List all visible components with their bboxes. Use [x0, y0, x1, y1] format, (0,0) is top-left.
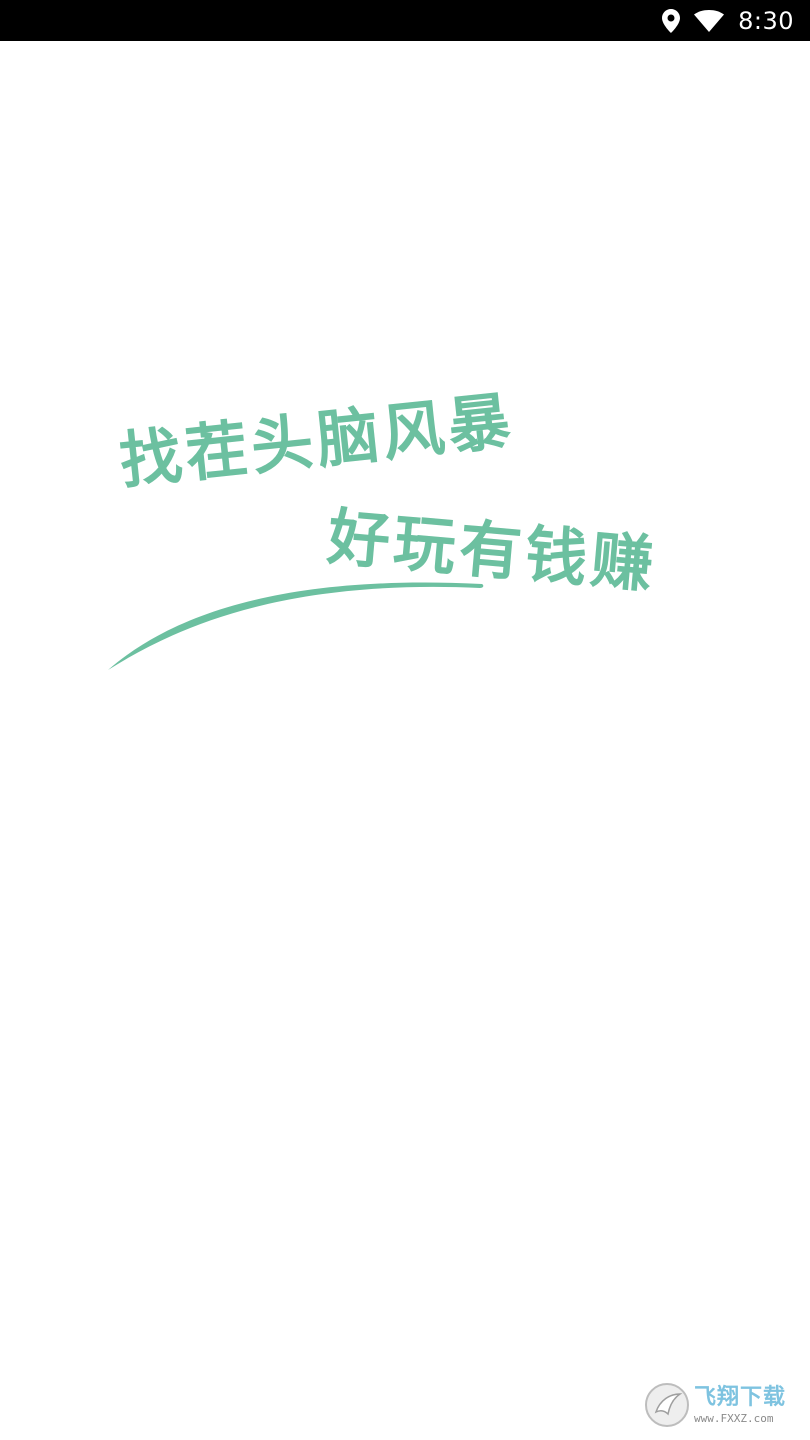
watermark-text: 飞翔下载 www.FXXZ.com: [694, 1384, 787, 1425]
swoosh-decoration: [108, 582, 484, 670]
watermark-logo-icon: [645, 1383, 689, 1427]
watermark-url: www.FXXZ.com: [694, 1411, 774, 1425]
status-time: 8:30: [738, 6, 794, 35]
watermark: 飞翔下载 www.FXXZ.com: [644, 1380, 800, 1430]
slogan-line-1: 找茬头脑风暴: [116, 383, 518, 498]
wifi-icon: [694, 9, 725, 32]
location-icon: [662, 8, 681, 33]
splash-content: 找茬头脑风暴 好玩有钱赚: [0, 41, 810, 1440]
status-bar: 8:30: [0, 0, 810, 41]
splash-screen: 8:30 找茬头脑风暴 好玩有钱赚 飞翔下载 www.FXXZ.com: [0, 0, 810, 1440]
watermark-title: 飞翔下载: [694, 1384, 787, 1410]
